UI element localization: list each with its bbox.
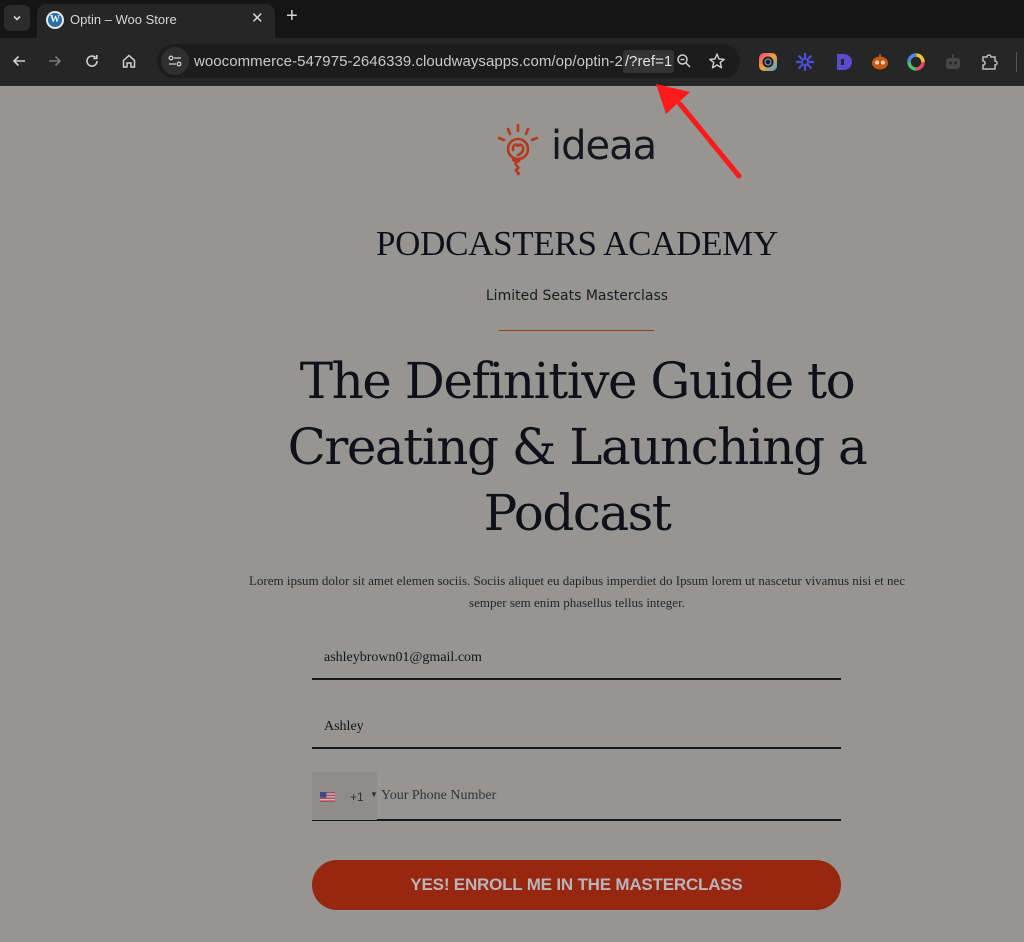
reload-icon [86,55,98,67]
back-icon [12,55,25,67]
robot-extension[interactable] [870,52,890,72]
color-picker-extension[interactable] [758,52,778,72]
color-ring-extension[interactable] [906,52,926,72]
address-bar[interactable]: woocommerce-547975-2646339.cloudwaysapps… [157,44,740,78]
url-text[interactable]: woocommerce-547975-2646339.cloudwaysapps… [194,50,675,73]
tab-title: Optin – Woo Store [70,12,177,27]
description-line: semper sem enim phasellus tellus integer… [469,595,685,610]
site-info-button[interactable] [161,47,189,75]
tab-search-button[interactable] [4,5,30,31]
name-field[interactable]: Ashley [312,703,841,749]
browser-toolbar: woocommerce-547975-2646339.cloudwaysapps… [0,38,1024,86]
dial-code: +1 [350,790,364,804]
wordpress-icon: W [46,11,64,29]
country-code-select[interactable]: +1 ▼ [312,772,378,820]
description-line: Lorem ipsum dolor sit amet elemen sociis… [248,573,905,588]
caret-down-icon: ▼ [370,790,378,799]
back-button[interactable] [8,50,30,72]
gear-burst-extension[interactable] [795,52,815,72]
url-ref-param: /?ref=1 [622,50,675,73]
bookmark-star-icon[interactable] [708,52,726,70]
zoom-icon[interactable] [676,53,692,69]
headline: The Definitive Guide to Creating & Launc… [0,348,1024,546]
optin-page: ideaa PODCASTERS ACADEMY Limited Seats M… [0,86,1024,942]
description-text: Lorem ipsum dolor sit amet elemen sociis… [200,570,954,614]
academy-title: PODCASTERS ACADEMY [375,224,779,263]
forward-icon [49,55,62,67]
phone-field: +1 ▼ Your Phone Number [312,772,841,821]
home-button[interactable] [118,50,140,72]
reload-button[interactable] [81,50,103,72]
headline-line: The Definitive Guide to [299,352,856,410]
home-icon [122,54,136,68]
toolbar-divider [1016,52,1017,72]
ideaa-logo[interactable]: ideaa [494,123,664,181]
tab-strip: W Optin – Woo Store ✕ + [0,0,1024,38]
us-flag-icon [320,792,335,802]
logo-text: ideaa [551,123,657,169]
headline-line: Creating & Launching a [287,418,868,476]
close-tab-icon[interactable]: ✕ [251,9,264,27]
d-extension[interactable] [833,52,853,72]
name-value: Ashley [324,719,364,734]
site-info-icon [168,55,182,67]
lightbulb-icon [497,123,539,176]
enroll-button[interactable]: YES! ENROLL ME IN THE MASTERCLASS [312,860,841,910]
bot-extension[interactable] [943,52,963,72]
headline-line: Podcast [483,484,672,542]
new-tab-icon[interactable]: + [286,5,298,28]
phone-input[interactable]: Your Phone Number [381,788,496,804]
email-field[interactable]: ashleybrown01@gmail.com [312,634,841,680]
forward-button[interactable] [44,50,66,72]
url-base: woocommerce-547975-2646339.cloudwaysapps… [194,53,623,70]
chevron-down-icon [13,15,21,21]
accent-divider [499,330,654,331]
subtitle: Limited Seats Masterclass [485,288,669,304]
browser-tab[interactable]: W Optin – Woo Store ✕ [37,4,275,38]
email-value: ashleybrown01@gmail.com [324,650,482,665]
puzzle-extensions-icon[interactable] [980,52,1000,72]
